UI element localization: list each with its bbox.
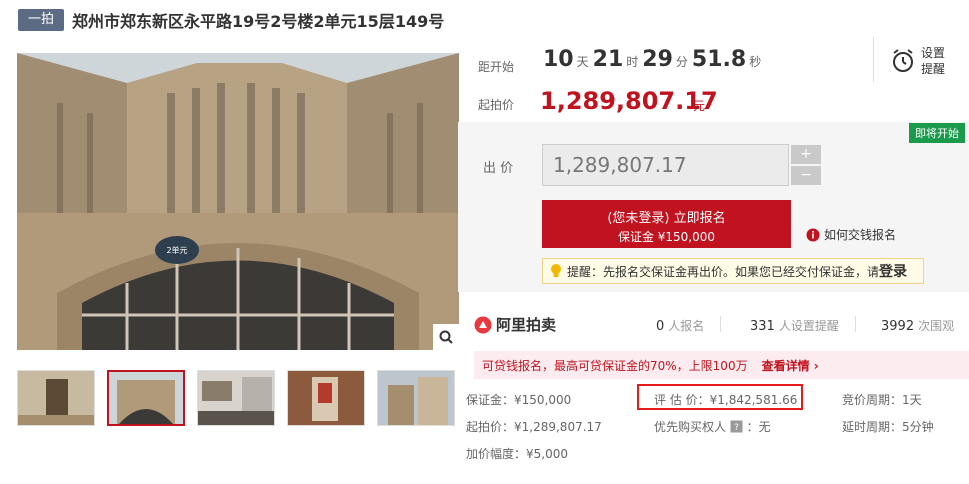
alarm-clock-icon bbox=[893, 49, 913, 72]
countdown-minutes: 29 bbox=[642, 47, 673, 72]
page-title: 郑州市郑东新区永平路19号2号楼2单元15层149号 bbox=[72, 12, 445, 31]
logo-text: 阿里拍卖 bbox=[496, 316, 557, 334]
loan-text: 可贷钱报名，最高可贷保证金的70%，上限100万 bbox=[482, 358, 748, 373]
auction-info-panel: 距开始 10 天 21 时 29 分 51.8 秒 设置 提醒 起拍价 1,28… bbox=[458, 37, 969, 122]
bid-panel: 即将开始 出 价 1,289,807.17 + − (您未登录) 立即报名 保证… bbox=[458, 122, 969, 292]
signup-count: 0 人报名 bbox=[656, 317, 704, 334]
countdown-timer: 10 天 21 时 29 分 51.8 秒 bbox=[543, 47, 765, 72]
bidding-period: 竞价周期：1天 bbox=[842, 393, 922, 407]
zoom-button[interactable] bbox=[433, 324, 459, 350]
countdown-hours-unit: 时 bbox=[626, 55, 639, 69]
thumbnail-1[interactable] bbox=[17, 370, 95, 426]
priority-buyer-label: 优先购买权人 bbox=[654, 420, 727, 434]
reminder-text: 提醒：先报名交保证金再出价。如果您已经交付保证金，请 bbox=[567, 264, 880, 279]
ali-auction-logo: 阿里拍卖 bbox=[474, 314, 556, 335]
countdown-minutes-unit: 分 bbox=[675, 55, 688, 69]
reminder-label-1: 设置 bbox=[921, 46, 946, 60]
reminder-count: 331 人设置提醒 bbox=[750, 317, 839, 334]
countdown-label: 距开始 bbox=[478, 60, 515, 74]
lightbulb-icon bbox=[551, 264, 561, 277]
thumbnail-5[interactable] bbox=[377, 370, 455, 426]
bid-input[interactable]: 1,289,807.17 bbox=[542, 144, 789, 186]
priority-buyer-value: ：无 bbox=[746, 420, 771, 434]
info-icon bbox=[806, 228, 820, 241]
reminder-count-value: 331 bbox=[750, 319, 775, 334]
view-count-value: 3992 bbox=[881, 319, 915, 334]
thumbnail-2-selected[interactable] bbox=[107, 370, 185, 426]
appraisal-highlight-box bbox=[637, 384, 803, 410]
question-icon[interactable]: ? bbox=[730, 420, 743, 433]
reminder-count-label: 人设置提醒 bbox=[778, 319, 839, 333]
decrease-bid-button[interactable]: − bbox=[791, 166, 821, 185]
start-price-unit: 元 bbox=[693, 99, 706, 113]
set-reminder-button[interactable]: 设置 提醒 bbox=[891, 45, 945, 77]
priority-buyer-info: 优先购买权人 ? ：无 bbox=[654, 418, 771, 435]
signup-count-value: 0 bbox=[656, 319, 665, 334]
divider bbox=[720, 316, 721, 332]
magnifier-icon bbox=[439, 330, 453, 344]
stats-bar: 阿里拍卖 0 人报名 331 人设置提醒 3992 次围观 bbox=[458, 300, 969, 348]
countdown-days-unit: 天 bbox=[576, 55, 589, 69]
extension-period: 延时周期：5分钟 bbox=[842, 420, 934, 434]
signup-button-label: (您未登录) 立即报名 bbox=[607, 211, 726, 226]
thumbnail-4[interactable] bbox=[287, 370, 365, 426]
login-reminder: 提醒：先报名交保证金再出价。如果您已经交付保证金，请 登录 bbox=[542, 258, 924, 284]
auction-round-tag: 一拍 bbox=[18, 9, 65, 31]
reminder-label-2: 提醒 bbox=[921, 62, 946, 76]
view-count-label: 次围观 bbox=[918, 319, 955, 333]
signup-button[interactable]: (您未登录) 立即报名 保证金 ¥150,000 bbox=[542, 200, 791, 248]
building-photo: 2单元 bbox=[17, 53, 459, 350]
title-bar: 一拍 郑州市郑东新区永平路19号2号楼2单元15层149号 bbox=[18, 8, 444, 32]
increase-bid-button[interactable]: + bbox=[791, 145, 821, 164]
bid-label: 出 价 bbox=[483, 161, 514, 176]
countdown-hours: 21 bbox=[592, 47, 624, 72]
view-count: 3992 次围观 bbox=[881, 317, 954, 334]
ali-auction-logo-icon bbox=[474, 316, 492, 333]
countdown-seconds: 51.8 bbox=[691, 47, 747, 72]
main-property-image[interactable]: 2单元 bbox=[17, 53, 459, 350]
signup-deposit-label: 保证金 ¥150,000 bbox=[617, 230, 716, 244]
how-to-pay-link[interactable]: 如何交钱报名 bbox=[806, 226, 896, 243]
login-link[interactable]: 登录 bbox=[879, 261, 907, 281]
start-price-label: 起拍价 bbox=[478, 98, 515, 112]
thumbnail-3[interactable] bbox=[197, 370, 275, 426]
loan-promo-bar: 可贷钱报名，最高可贷保证金的70%，上限100万 查看详情 › bbox=[474, 351, 969, 379]
bid-increment: 加价幅度：¥5,000 bbox=[466, 447, 568, 461]
divider bbox=[855, 316, 856, 332]
svg-text:?: ? bbox=[734, 423, 739, 433]
thumbnail-strip bbox=[17, 370, 467, 426]
divider bbox=[873, 37, 874, 82]
how-to-pay-text: 如何交钱报名 bbox=[824, 228, 897, 242]
start-price-info: 起拍价：¥1,289,807.17 bbox=[466, 420, 602, 434]
status-badge: 即将开始 bbox=[909, 123, 965, 143]
countdown-days: 10 bbox=[543, 47, 574, 72]
svg-text:2单元: 2单元 bbox=[166, 245, 187, 255]
deposit-info: 保证金：¥150,000 bbox=[466, 393, 572, 407]
loan-detail-link[interactable]: 查看详情 › bbox=[762, 357, 819, 374]
signup-count-label: 人报名 bbox=[668, 319, 705, 333]
countdown-seconds-unit: 秒 bbox=[749, 55, 762, 69]
start-price-value: 1,289,807.17 bbox=[540, 87, 718, 115]
